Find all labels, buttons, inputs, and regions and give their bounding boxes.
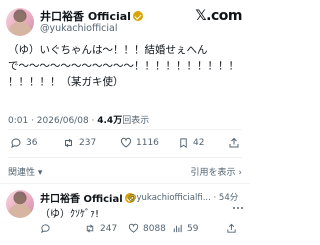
reply-display-name[interactable]: 井口裕香 Official xyxy=(40,190,135,205)
share-icon xyxy=(227,223,236,233)
x-logo: 𝕏.com xyxy=(195,8,242,24)
reply-reply-button[interactable] xyxy=(40,223,55,234)
reply-handle[interactable]: @yukachiofficialfi... · 54分 xyxy=(128,191,238,203)
view-quotes-link[interactable]: 引用を表示 › xyxy=(191,165,242,178)
tweet-text: （ゆ）いぐちゃんは〜！！！結婚せぇへん で〜〜〜〜〜〜〜〜〜〜〜！！！！！！！！… xyxy=(8,44,239,88)
view-label: 回表示 xyxy=(122,116,150,126)
reply-share-button[interactable] xyxy=(226,223,241,234)
share-button[interactable] xyxy=(228,137,244,149)
reply-retweet-count: 247 xyxy=(100,223,118,234)
avatar[interactable] xyxy=(6,8,34,36)
tweet-meta: 0:01 · 2026/06/08 · 4.4万回表示 xyxy=(8,113,149,126)
bookmark-button[interactable]: 42 xyxy=(178,137,204,149)
like-button[interactable]: 1116 xyxy=(120,137,159,149)
divider xyxy=(8,157,242,158)
view-count: 4.4万 xyxy=(97,116,123,126)
tweet-time[interactable]: 0:01 · 2026/06/08 · xyxy=(8,116,97,126)
reply-views-button[interactable]: 59 xyxy=(172,223,198,234)
reply-like-button[interactable]: 8088 xyxy=(128,223,166,234)
heart-icon xyxy=(128,223,139,233)
retweet-count: 237 xyxy=(79,138,97,148)
divider xyxy=(8,129,242,130)
retweet-icon xyxy=(86,224,94,233)
sort-relevance-dropdown[interactable]: 関連性 ▾ xyxy=(8,165,42,178)
analytics-icon xyxy=(173,224,182,233)
bookmark-icon xyxy=(180,138,187,148)
retweet-button[interactable]: 237 xyxy=(62,137,96,149)
like-count: 1116 xyxy=(136,138,159,148)
reply-text: （ゆ）ｸｿｹﾞｧ! xyxy=(40,209,100,220)
user-handle[interactable]: @yukachiofficial xyxy=(40,23,118,34)
more-options-icon[interactable] xyxy=(232,194,244,213)
reply-retweet-button[interactable]: 247 xyxy=(84,223,117,234)
reply-like-count: 8088 xyxy=(143,223,166,234)
display-name[interactable]: 井口裕香 Official xyxy=(40,8,143,24)
reply-avatar[interactable] xyxy=(6,190,34,218)
reply-icon xyxy=(11,138,21,148)
heart-icon xyxy=(120,137,132,148)
retweet-icon xyxy=(65,138,72,148)
reply-views-count: 59 xyxy=(187,223,199,234)
share-icon xyxy=(229,137,239,148)
divider xyxy=(0,183,250,184)
reply-count: 36 xyxy=(26,138,38,148)
reply-icon xyxy=(41,224,50,234)
verified-badge-icon xyxy=(132,11,143,21)
reply-button[interactable]: 36 xyxy=(10,137,37,149)
bookmark-count: 42 xyxy=(193,138,205,148)
